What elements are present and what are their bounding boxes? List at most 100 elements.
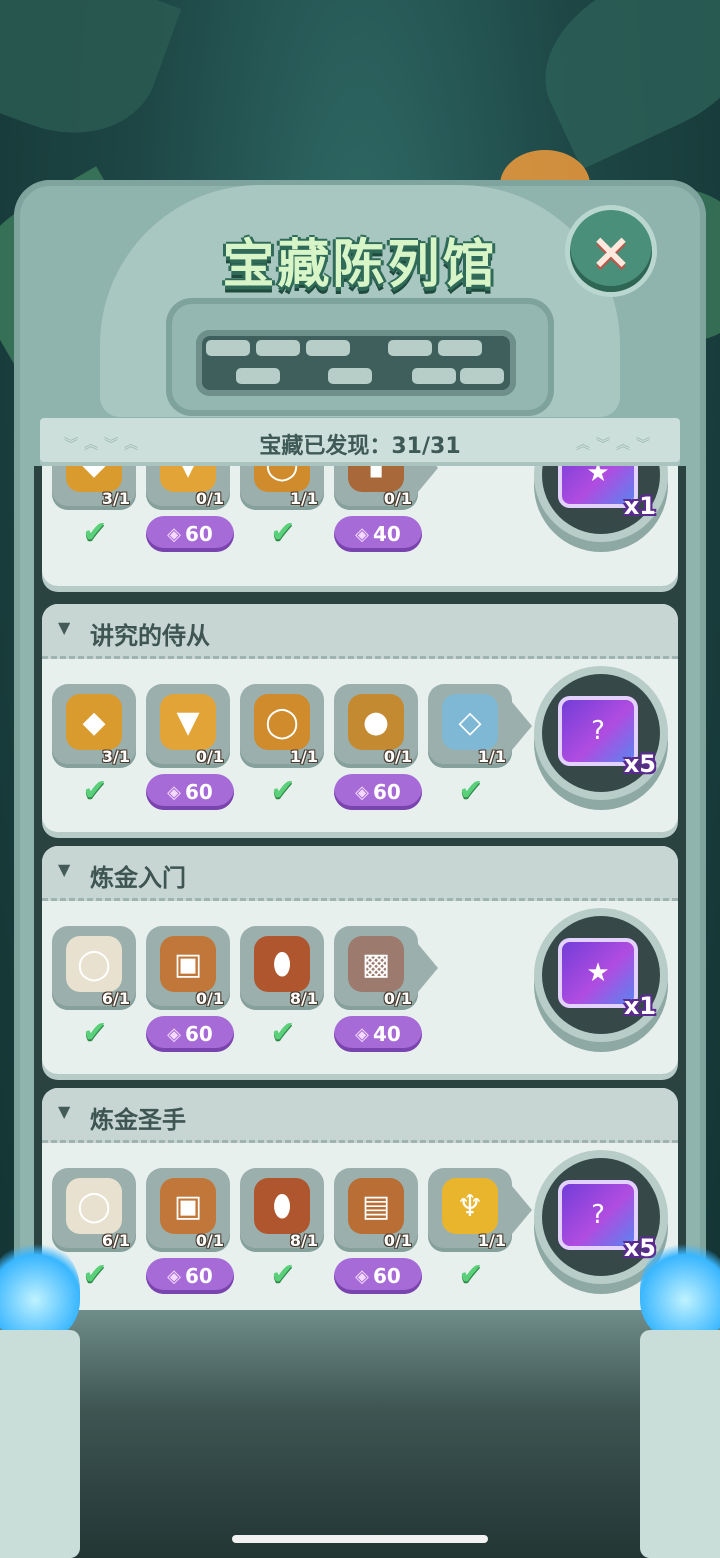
set-header[interactable]: ▼ 讲究的侍从 [42, 604, 678, 659]
tiki-mask-icon: ▣ [160, 1178, 216, 1234]
chevron-decoration-icon: ︽︾︽︾ [576, 437, 656, 453]
buy-with-gems-button[interactable]: ◈ 60 [334, 1258, 422, 1294]
buy-with-gems-button[interactable]: ◈ 40 [334, 516, 422, 552]
item-count: 8/1 [289, 1231, 318, 1250]
blue-flame-icon [640, 1240, 720, 1340]
treasure-item[interactable]: ⬮ 8/1 ✔ [240, 1168, 326, 1290]
gem-icon: ◈ [355, 523, 369, 545]
golden-belt-icon: ◯ [254, 694, 310, 750]
treasure-tile[interactable]: ◯ 6/1 [52, 926, 136, 1010]
treasure-item[interactable]: ▣ 0/1 ◈ 60 [146, 1168, 234, 1294]
item-count: 1/1 [289, 747, 318, 766]
item-count: 1/1 [477, 1231, 506, 1250]
treasure-item[interactable]: ◆3/1 ✔ [52, 466, 138, 548]
treasure-tile[interactable]: ◇ 1/1 [428, 684, 512, 768]
golden-trophy-icon: ♆ [442, 1178, 498, 1234]
tribal-mask-icon: ⬮ [254, 936, 310, 992]
left-torch-pillar [0, 1330, 80, 1558]
home-indicator[interactable] [232, 1535, 488, 1543]
checkmark-icon: ✔ [458, 773, 484, 808]
gem-price: 40 [373, 1022, 401, 1046]
item-count: 0/1 [383, 1231, 412, 1250]
item-count: 8/1 [289, 989, 318, 1008]
treasure-item[interactable]: ▩ 0/1 ◈ 40 [334, 926, 422, 1052]
treasure-tile[interactable]: ⬮ 8/1 [240, 1168, 324, 1252]
discovered-counter-bar: ︾︽︾︽ 宝藏已发现：31/31 ︽︾︽︾ [40, 418, 680, 466]
set-reward[interactable]: ? x5 [542, 674, 660, 792]
buy-with-gems-button[interactable]: ◈ 60 [334, 774, 422, 810]
chevron-down-icon: ▼ [58, 860, 71, 879]
treasure-tile[interactable]: ▼0/1 [146, 684, 230, 768]
bone-ring-icon: ◯ [66, 936, 122, 992]
item-count: 6/1 [101, 989, 130, 1008]
treasure-item[interactable]: ● 0/1 ◈ 60 [334, 684, 422, 810]
checkmark-icon: ✔ [270, 515, 296, 550]
treasure-tile[interactable]: ▩ 0/1 [334, 926, 418, 1010]
treasure-tile[interactable]: ▣ 0/1 [146, 1168, 230, 1252]
gem-icon: ◈ [167, 1023, 181, 1045]
treasure-item[interactable]: ◯1/1 ✔ [240, 684, 326, 806]
treasure-tile[interactable]: ● 0/1 [334, 684, 418, 768]
treasure-item[interactable]: ▣ 0/1 ◈ 60 [146, 926, 234, 1052]
treasure-set-card: ▼ 炼金圣手 ◯ 6/1 ✔ ▣ 0/1 ◈ 60 ⬮ 8/1 ✔ ▤ 0/1 ◈ 60 ♆ 1/1 ✔? x5 [42, 1088, 678, 1310]
spell-book-icon: ▤ [348, 1178, 404, 1234]
close-icon: × [590, 222, 632, 280]
set-header[interactable]: ▼ 炼金圣手 [42, 1088, 678, 1143]
treasure-tile[interactable]: ◆3/1 [52, 466, 136, 510]
item-count: 0/1 [195, 1231, 224, 1250]
treasure-item[interactable]: ♆ 1/1 ✔ [428, 1168, 514, 1290]
crystal-sword-icon: ◇ [442, 694, 498, 750]
item-count: 3/1 [101, 747, 130, 766]
treasure-item[interactable]: ▤ 0/1 ◈ 60 [334, 1168, 422, 1294]
treasure-tile[interactable]: ▼0/1 [146, 466, 230, 510]
treasure-tile[interactable]: ▣ 0/1 [146, 926, 230, 1010]
set-reward[interactable]: ? x5 [542, 1158, 660, 1276]
chevron-right-icon [512, 702, 532, 750]
treasure-item[interactable]: ◯ 6/1 ✔ [52, 926, 138, 1048]
checkmark-icon: ✔ [82, 1257, 108, 1292]
item-count: 1/1 [477, 747, 506, 766]
treasure-item[interactable]: ⬮ 8/1 ✔ [240, 926, 326, 1048]
treasure-item[interactable]: ◆3/1 ✔ [52, 684, 138, 806]
treasure-tile[interactable]: ▤ 0/1 [334, 1168, 418, 1252]
close-button[interactable]: × [570, 210, 652, 292]
treasure-tile[interactable]: ◯ 6/1 [52, 1168, 136, 1252]
treasure-tile[interactable]: ▮0/1 [334, 466, 418, 510]
treasure-item[interactable]: ◇ 1/1 ✔ [428, 684, 514, 806]
item-count: 1/1 [289, 489, 318, 508]
item-count: 0/1 [195, 989, 224, 1008]
set-header[interactable]: ▼ 炼金入门 [42, 846, 678, 901]
item-count: 3/1 [101, 489, 130, 508]
treasure-item[interactable]: ▼0/1 ◈60 [146, 684, 234, 810]
buy-with-gems-button[interactable]: ◈ 60 [146, 774, 234, 810]
treasure-set-card: ▼ 讲究的侍从 ◆ 3/1 ✔ ▼ 0/1 ◈ 60 ◯ 1/1 ✔ ● 0/1 ◈ 60 ◇ 1/1 ✔? x5 [42, 604, 678, 832]
chevron-down-icon: ▼ [58, 1102, 71, 1121]
treasure-item[interactable]: ▮0/1 ◈40 [334, 466, 422, 552]
stone-tablet-icon: ▩ [348, 936, 404, 992]
treasure-tile[interactable]: ♆ 1/1 [428, 1168, 512, 1252]
treasure-item[interactable]: ◯1/1 ✔ [240, 466, 326, 548]
buy-with-gems-button[interactable]: ◈ 60 [146, 516, 234, 552]
treasure-item[interactable]: ▼0/1 ◈60 [146, 466, 234, 552]
set-reward[interactable]: ★ x1 [542, 466, 660, 534]
treasure-tile[interactable]: ⬮ 8/1 [240, 926, 324, 1010]
gem-icon: ◈ [167, 781, 181, 803]
checkmark-icon: ✔ [270, 773, 296, 808]
treasure-set-list[interactable]: ▼◆3/1✔▼0/1◈60◯1/1✔▮0/1◈40★x1▼讲究的侍从◆3/1✔▼… [34, 466, 686, 1310]
reward-quantity: x5 [623, 750, 656, 778]
tiki-mask-icon: ▣ [160, 936, 216, 992]
gem-price: 60 [185, 1022, 213, 1046]
gem-price: 40 [373, 522, 401, 546]
gem-icon: ◈ [355, 781, 369, 803]
set-reward[interactable]: ★ x1 [542, 916, 660, 1034]
treasure-tile[interactable]: ◆3/1 [52, 684, 136, 768]
set-name: 炼金入门 [90, 864, 186, 892]
gem-icon: ◈ [355, 1023, 369, 1045]
treasure-tile[interactable]: ◯1/1 [240, 466, 324, 510]
buy-with-gems-button[interactable]: ◈ 60 [146, 1016, 234, 1052]
buy-with-gems-button[interactable]: ◈ 40 [334, 1016, 422, 1052]
checkmark-icon: ✔ [458, 1257, 484, 1292]
buy-with-gems-button[interactable]: ◈ 60 [146, 1258, 234, 1294]
gem-price: 60 [185, 780, 213, 804]
treasure-tile[interactable]: ◯1/1 [240, 684, 324, 768]
